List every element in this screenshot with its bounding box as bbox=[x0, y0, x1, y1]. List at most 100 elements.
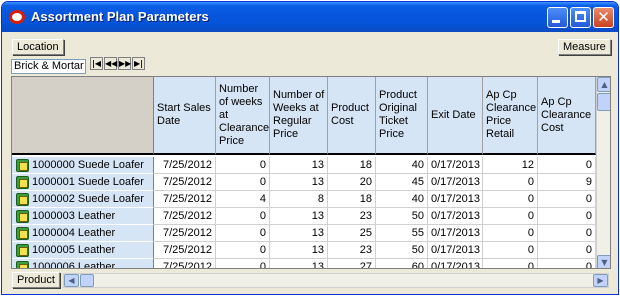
minimize-button[interactable] bbox=[547, 7, 568, 28]
table-cell[interactable]: 0 bbox=[483, 242, 538, 259]
table-cell[interactable]: 0 bbox=[216, 174, 270, 191]
table-cell[interactable]: 0 bbox=[216, 225, 270, 242]
table-cell[interactable]: 0/17/2013 bbox=[428, 225, 483, 242]
row-label[interactable]: 1000004 Leather bbox=[12, 225, 154, 242]
table-cell[interactable]: 45 bbox=[376, 174, 428, 191]
table-cell[interactable]: 25 bbox=[328, 225, 376, 242]
vertical-scrollbar[interactable]: ▲ ▼ bbox=[596, 77, 610, 268]
location-button[interactable]: Location bbox=[12, 39, 64, 55]
table-cell[interactable]: 13 bbox=[270, 225, 328, 242]
table-cell[interactable]: 7/25/2012 bbox=[154, 208, 216, 225]
product-icon bbox=[16, 192, 29, 206]
close-icon: ✕ bbox=[597, 8, 610, 26]
table-cell[interactable]: 18 bbox=[328, 157, 376, 174]
title-bar[interactable]: Assortment Plan Parameters ✕ bbox=[2, 2, 618, 32]
table-cell[interactable]: 8 bbox=[270, 191, 328, 208]
table-cell[interactable]: 23 bbox=[328, 208, 376, 225]
vertical-scroll-thumb[interactable] bbox=[597, 93, 610, 111]
maximize-icon bbox=[575, 11, 586, 22]
scroll-down-icon[interactable]: ▼ bbox=[597, 255, 610, 268]
table-cell[interactable]: 13 bbox=[270, 174, 328, 191]
table-cell[interactable]: 4 bbox=[216, 191, 270, 208]
table-cell[interactable]: 0 bbox=[483, 208, 538, 225]
scroll-up-icon[interactable]: ▲ bbox=[597, 77, 610, 92]
next-page-icon[interactable]: ▶▶ bbox=[118, 57, 131, 70]
measure-button[interactable]: Measure bbox=[558, 39, 611, 55]
oracle-logo-icon bbox=[9, 10, 25, 24]
table-cell[interactable]: 50 bbox=[376, 242, 428, 259]
column-header-weeks-clearance[interactable]: Number of weeks at Clearance Price bbox=[216, 77, 270, 155]
table-cell[interactable]: 0 bbox=[216, 242, 270, 259]
row-label[interactable]: 1000000 Suede Loafer bbox=[12, 157, 154, 174]
prev-page-icon[interactable]: ◀◀ bbox=[104, 57, 117, 70]
table-cell[interactable]: 9 bbox=[538, 174, 596, 191]
table-cell[interactable]: 0 bbox=[538, 208, 596, 225]
window-content: Location Measure Brick & Mortar |◀ ◀◀ ▶▶… bbox=[5, 32, 615, 292]
row-label[interactable]: 1000003 Leather bbox=[12, 208, 154, 225]
table-cell[interactable]: 13 bbox=[270, 242, 328, 259]
table-cell[interactable]: 60 bbox=[376, 259, 428, 268]
table-cell[interactable]: 7/25/2012 bbox=[154, 157, 216, 174]
table-cell[interactable]: 0 bbox=[216, 157, 270, 174]
horizontal-scrollbar[interactable]: ◀ ▶ bbox=[63, 273, 609, 288]
product-button[interactable]: Product bbox=[12, 272, 60, 288]
table-cell[interactable]: 0 bbox=[483, 191, 538, 208]
table-cell[interactable]: 50 bbox=[376, 208, 428, 225]
table-cell[interactable]: 7/25/2012 bbox=[154, 242, 216, 259]
maximize-button[interactable] bbox=[570, 7, 591, 28]
column-header-exit-date[interactable]: Exit Date bbox=[428, 77, 483, 155]
column-header-clearance-price-retail[interactable]: Ap Cp Clearance Price Retail bbox=[483, 77, 538, 155]
table-cell[interactable]: 0 bbox=[483, 174, 538, 191]
table-cell[interactable]: 0 bbox=[216, 259, 270, 268]
table-cell[interactable]: 0 bbox=[538, 225, 596, 242]
table-cell[interactable]: 0 bbox=[538, 157, 596, 174]
table-cell[interactable]: 18 bbox=[328, 191, 376, 208]
table-cell[interactable]: 0/17/2013 bbox=[428, 208, 483, 225]
minimize-icon bbox=[552, 20, 560, 23]
column-header-start-sales-date[interactable]: Start Sales Date bbox=[154, 77, 216, 155]
row-label[interactable]: 1000002 Suede Loafer bbox=[12, 191, 154, 208]
table-cell[interactable]: 0 bbox=[483, 259, 538, 268]
close-button[interactable]: ✕ bbox=[593, 7, 614, 28]
table-cell[interactable]: 13 bbox=[270, 259, 328, 268]
table-cell[interactable]: 0 bbox=[538, 259, 596, 268]
row-label[interactable]: 1000005 Leather bbox=[12, 242, 154, 259]
table-cell[interactable]: 27 bbox=[328, 259, 376, 268]
table-cell[interactable]: 7/25/2012 bbox=[154, 225, 216, 242]
table-cell[interactable]: 13 bbox=[270, 208, 328, 225]
table-cell[interactable]: 0 bbox=[538, 191, 596, 208]
assortment-plan-window: Assortment Plan Parameters ✕ Location Me… bbox=[1, 1, 619, 295]
table-cell[interactable]: 0/17/2013 bbox=[428, 259, 483, 268]
row-label[interactable]: 1000006 Leather bbox=[12, 259, 154, 268]
table-cell[interactable]: 20 bbox=[328, 174, 376, 191]
column-header-clearance-cost[interactable]: Ap Cp Clearance Cost bbox=[538, 77, 596, 155]
scroll-left-icon[interactable]: ◀ bbox=[64, 274, 79, 287]
table-cell[interactable]: 7/25/2012 bbox=[154, 259, 216, 268]
table-cell[interactable]: 0/17/2013 bbox=[428, 157, 483, 174]
column-header-original-ticket-price[interactable]: Product Original Ticket Price bbox=[376, 77, 428, 155]
table-cell[interactable]: 0 bbox=[538, 242, 596, 259]
last-page-icon[interactable]: ▶| bbox=[132, 57, 145, 70]
table-cell[interactable]: 40 bbox=[376, 191, 428, 208]
column-header-product-cost[interactable]: Product Cost bbox=[328, 77, 376, 155]
first-page-icon[interactable]: |◀ bbox=[90, 57, 103, 70]
table-cell[interactable]: 0 bbox=[216, 208, 270, 225]
table-cell[interactable]: 7/25/2012 bbox=[154, 191, 216, 208]
table-cell[interactable]: 0/17/2013 bbox=[428, 174, 483, 191]
row-label-text: 1000001 Suede Loafer bbox=[32, 176, 144, 188]
table-cell[interactable]: 55 bbox=[376, 225, 428, 242]
store-type-selector[interactable]: Brick & Mortar bbox=[11, 59, 86, 74]
table-cell[interactable]: 0/17/2013 bbox=[428, 242, 483, 259]
table-cell[interactable]: 13 bbox=[270, 157, 328, 174]
table-cell[interactable]: 23 bbox=[328, 242, 376, 259]
table-cell[interactable]: 0 bbox=[483, 225, 538, 242]
product-icon bbox=[16, 226, 29, 240]
table-cell[interactable]: 40 bbox=[376, 157, 428, 174]
table-cell[interactable]: 0/17/2013 bbox=[428, 191, 483, 208]
row-label[interactable]: 1000001 Suede Loafer bbox=[12, 174, 154, 191]
horizontal-scroll-thumb[interactable] bbox=[80, 274, 94, 287]
column-header-weeks-regular[interactable]: Number of Weeks at Regular Price bbox=[270, 77, 328, 155]
table-cell[interactable]: 7/25/2012 bbox=[154, 174, 216, 191]
scroll-right-icon[interactable]: ▶ bbox=[593, 274, 608, 287]
table-cell[interactable]: 12 bbox=[483, 157, 538, 174]
